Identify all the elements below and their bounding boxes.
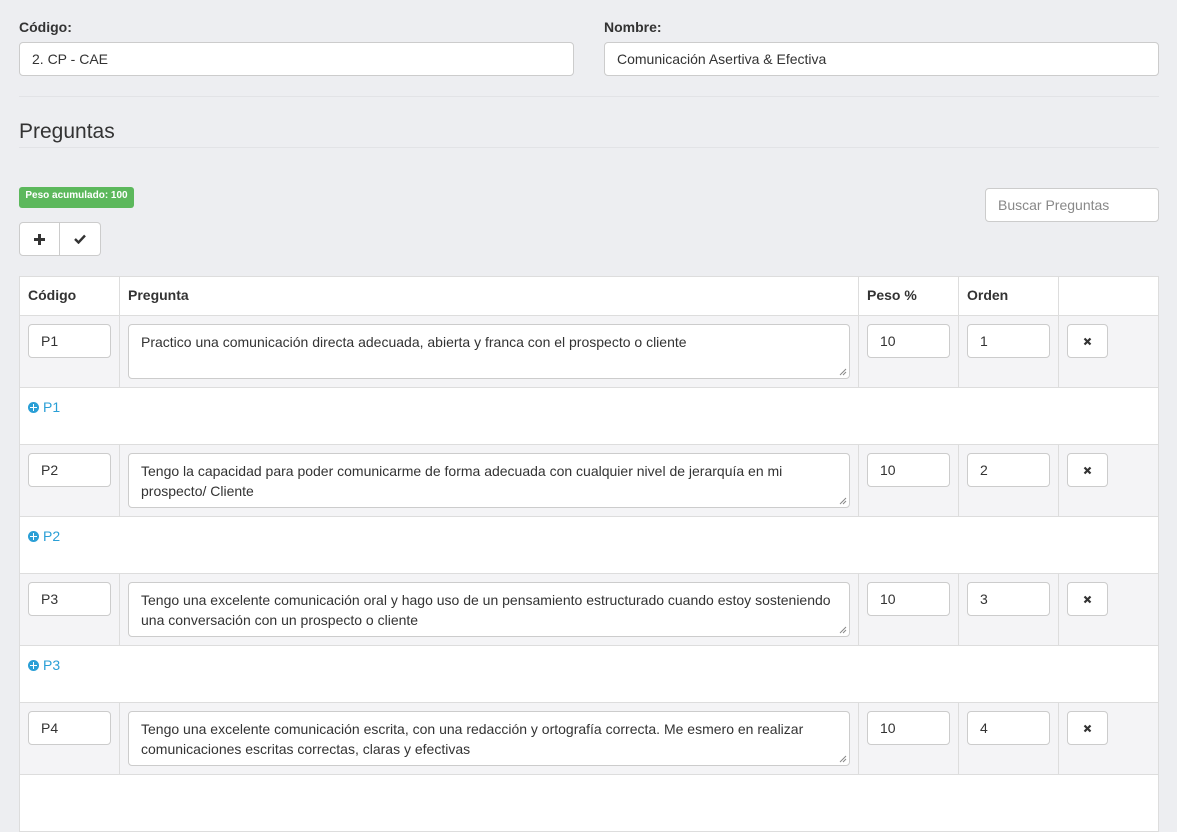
codigo-input[interactable]: P4	[28, 711, 111, 745]
pregunta-text: Practico una comunicación directa adecua…	[141, 334, 687, 350]
orden-input[interactable]: 3	[967, 582, 1050, 616]
plus-circle-icon	[28, 659, 39, 671]
expand-link-label: P3	[43, 657, 61, 673]
peso-input[interactable]: 10	[867, 324, 950, 358]
pregunta-textarea[interactable]: Tengo una excelente comunicación escrita…	[128, 711, 850, 766]
close-icon	[1083, 595, 1092, 603]
search-input[interactable]: Buscar Preguntas	[985, 188, 1159, 222]
confirm-button[interactable]	[60, 222, 101, 256]
section-divider	[19, 147, 1159, 148]
codigo-input[interactable]: P3	[28, 582, 111, 616]
codigo-input[interactable]: P2	[28, 453, 111, 487]
close-icon	[1083, 466, 1092, 474]
codigo-field[interactable]: 2. CP - CAE	[19, 42, 574, 76]
codigo-input[interactable]: P1	[28, 324, 111, 358]
nombre-label: Nombre:	[604, 19, 662, 35]
peso-input[interactable]: 10	[867, 711, 950, 745]
peso-input[interactable]: 10	[867, 453, 950, 487]
sub-row: P2	[20, 517, 1158, 574]
resize-grip-icon[interactable]	[839, 368, 847, 376]
pregunta-textarea[interactable]: Tengo la capacidad para poder comunicarm…	[128, 453, 850, 508]
close-icon	[1083, 337, 1092, 345]
sub-row: P3	[20, 646, 1158, 703]
nombre-field[interactable]: Comunicación Asertiva & Efectiva	[604, 42, 1159, 76]
check-icon	[74, 234, 86, 244]
add-question-button[interactable]	[19, 222, 60, 256]
header-pregunta: Pregunta	[120, 277, 859, 315]
delete-button[interactable]	[1067, 324, 1108, 358]
sub-row: P1	[20, 388, 1158, 445]
orden-input[interactable]: 4	[967, 711, 1050, 745]
table-header: Código Pregunta Peso % Orden	[20, 277, 1158, 316]
resize-grip-icon[interactable]	[839, 755, 847, 763]
table-row: P3 Tengo una excelente comunicación oral…	[20, 574, 1158, 646]
action-buttons	[19, 222, 101, 256]
orden-input[interactable]: 1	[967, 324, 1050, 358]
delete-button[interactable]	[1067, 711, 1108, 745]
codigo-label: Código:	[19, 19, 72, 35]
header-orden: Orden	[959, 277, 1059, 315]
expand-link[interactable]: P1	[28, 399, 60, 415]
pregunta-textarea[interactable]: Tengo una excelente comunicación oral y …	[128, 582, 850, 637]
header-actions	[1059, 277, 1158, 315]
expand-link[interactable]: P3	[28, 657, 60, 673]
expand-link-label: P1	[43, 399, 61, 415]
divider	[19, 96, 1159, 97]
table-row: P1 Practico una comunicación directa ade…	[20, 316, 1158, 388]
delete-button[interactable]	[1067, 582, 1108, 616]
resize-grip-icon[interactable]	[839, 497, 847, 505]
header-peso: Peso %	[859, 277, 959, 315]
pregunta-text: Tengo una excelente comunicación escrita…	[141, 721, 804, 757]
table-row: P4 Tengo una excelente comunicación escr…	[20, 703, 1158, 775]
peso-acumulado-badge: Peso acumulado: 100	[19, 187, 134, 208]
section-title: Preguntas	[19, 120, 115, 143]
questions-table: Código Pregunta Peso % Orden P1 Practico…	[19, 276, 1159, 832]
expand-link[interactable]: P2	[28, 528, 60, 544]
table-row: P2 Tengo la capacidad para poder comunic…	[20, 445, 1158, 517]
plus-circle-icon	[28, 401, 39, 413]
peso-input[interactable]: 10	[867, 582, 950, 616]
expand-link-label: P2	[43, 528, 61, 544]
close-icon	[1083, 724, 1092, 732]
delete-button[interactable]	[1067, 453, 1108, 487]
plus-icon	[34, 233, 45, 245]
pregunta-text: Tengo la capacidad para poder comunicarm…	[141, 463, 783, 499]
plus-circle-icon	[28, 530, 39, 542]
pregunta-text: Tengo una excelente comunicación oral y …	[141, 592, 831, 628]
header-codigo: Código	[20, 277, 120, 315]
sub-row	[20, 775, 1158, 832]
resize-grip-icon[interactable]	[839, 626, 847, 634]
orden-input[interactable]: 2	[967, 453, 1050, 487]
pregunta-textarea[interactable]: Practico una comunicación directa adecua…	[128, 324, 850, 379]
